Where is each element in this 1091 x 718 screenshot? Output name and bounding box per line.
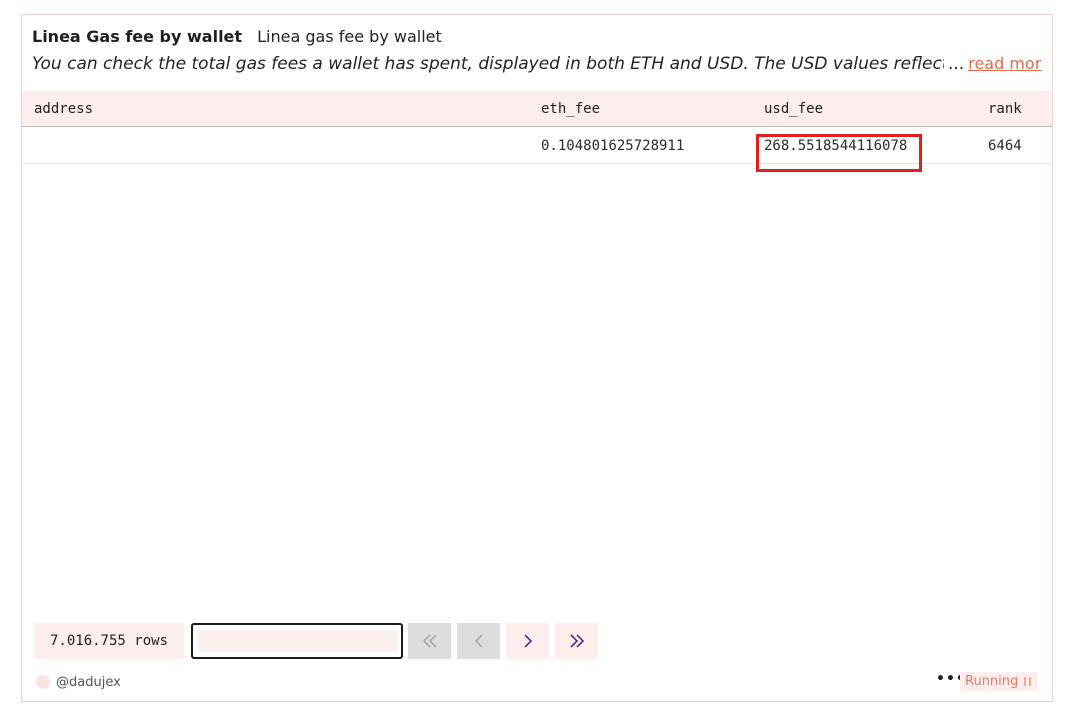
page-number-input[interactable] bbox=[198, 630, 398, 652]
next-page-button[interactable] bbox=[506, 623, 549, 659]
highlight-box bbox=[756, 134, 922, 172]
panel-subtitle: Linea gas fee by wallet bbox=[257, 27, 442, 46]
table-header: address eth_fee usd_fee rank bbox=[22, 91, 1052, 127]
cell-rank: 6464 bbox=[988, 138, 1022, 154]
cell-eth-fee: 0.104801625728911 bbox=[541, 138, 685, 154]
author-name: @dadujex bbox=[56, 674, 121, 690]
description-row: You can check the total gas fees a walle… bbox=[32, 53, 1042, 75]
page-number-field[interactable] bbox=[191, 623, 403, 659]
previous-page-button[interactable] bbox=[457, 623, 500, 659]
panel-title: Linea Gas fee by wallet bbox=[32, 27, 243, 46]
chevron-right-icon bbox=[523, 634, 532, 648]
column-header-eth-fee[interactable]: eth_fee bbox=[541, 100, 600, 118]
last-page-button[interactable] bbox=[555, 623, 598, 659]
query-result-panel: Linea Gas fee by wallet Linea gas fee by… bbox=[21, 14, 1053, 702]
panel-header: Linea Gas fee by wallet Linea gas fee by… bbox=[32, 27, 1042, 75]
pause-icon bbox=[1023, 677, 1032, 686]
avatar bbox=[36, 675, 50, 689]
column-header-address[interactable]: address bbox=[34, 100, 93, 118]
column-header-usd-fee[interactable]: usd_fee bbox=[764, 100, 823, 118]
column-header-rank[interactable]: rank bbox=[988, 100, 1022, 118]
double-chevron-right-icon bbox=[569, 634, 584, 648]
double-chevron-left-icon bbox=[422, 634, 436, 648]
rows-count: 7.016.755 rows bbox=[34, 623, 184, 659]
author-link[interactable]: @dadujex bbox=[36, 673, 121, 691]
description-ellipsis: ... bbox=[948, 54, 965, 74]
running-status-label: Running bbox=[965, 674, 1019, 689]
title-row: Linea Gas fee by wallet Linea gas fee by… bbox=[32, 27, 1042, 47]
read-more-link[interactable]: read more bbox=[968, 54, 1042, 73]
chevron-left-icon bbox=[474, 634, 482, 648]
panel-description: You can check the total gas fees a walle… bbox=[32, 54, 944, 74]
running-status-button[interactable]: Running bbox=[960, 672, 1038, 691]
first-page-button[interactable] bbox=[408, 623, 451, 659]
